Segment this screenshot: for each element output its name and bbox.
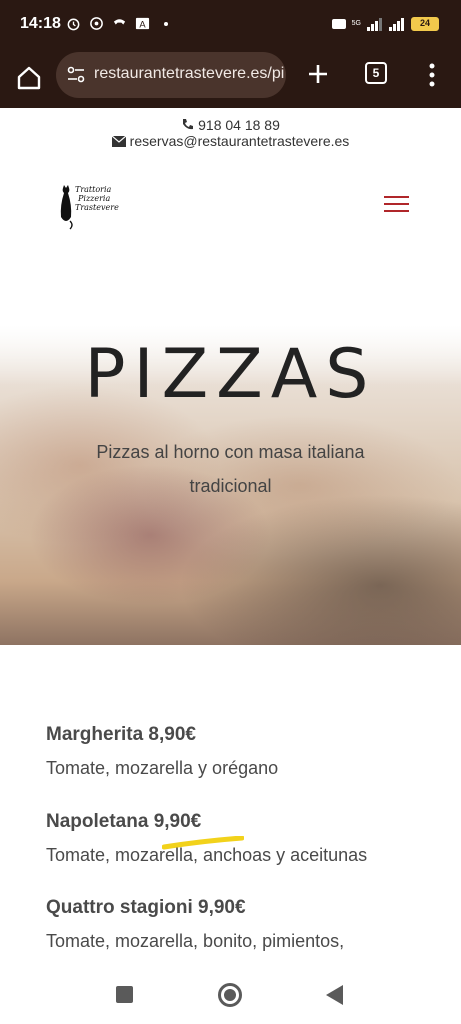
logo-line-2: Pizzeria — [78, 194, 111, 203]
back-icon[interactable] — [326, 985, 343, 1005]
address-bar[interactable]: restaurantetrastevere.es/pizzas — [56, 52, 286, 98]
logo-line-1: Trattoria — [75, 185, 112, 194]
logo-text: Trattoria Pizzeria Trastevere — [75, 185, 119, 212]
phone-number[interactable]: 918 04 18 89 — [198, 117, 280, 133]
list-item: Margherita 8,90€ Tomate, mozarella y oré… — [46, 724, 446, 779]
recent-apps-icon[interactable] — [116, 986, 133, 1003]
pizza-title: Napoletana 9,90€ — [46, 811, 202, 832]
hamburger-line — [384, 196, 409, 198]
pizza-title: Margherita 8,90€ — [46, 724, 196, 745]
site-logo[interactable]: Trattoria Pizzeria Trastevere — [58, 185, 119, 230]
pizza-title: Quattro stagioni 9,90€ — [46, 897, 246, 918]
system-navigation-bar — [0, 968, 461, 1024]
phone-icon — [183, 119, 194, 130]
tab-switcher-button[interactable]: 5 — [365, 62, 387, 84]
page-subtitle: Pizzas al horno con masa italiana tradic… — [96, 442, 365, 496]
list-item: Napoletana 9,90€ Tomate, mozarella, anch… — [46, 811, 446, 866]
site-settings-icon[interactable] — [66, 65, 86, 85]
hero-banner: PIZZAS Pizzas al horno con masa italiana… — [0, 325, 461, 645]
system-status-icons: 5G 24 — [331, 17, 439, 31]
more-options-icon[interactable] — [424, 62, 440, 88]
new-tab-icon[interactable] — [304, 60, 332, 88]
volte-icon — [331, 19, 346, 29]
more-notifications-dot — [164, 21, 168, 26]
alarm-icon — [67, 18, 80, 31]
logo-line-3: Trastevere — [75, 203, 119, 212]
battery-icon: 24 — [411, 17, 439, 31]
email-address[interactable]: reservas@restaurantetrastevere.es — [130, 133, 350, 149]
list-item: Quattro stagioni 9,90€ Tomate, mozarella… — [46, 897, 446, 952]
home-icon[interactable] — [14, 63, 44, 93]
signal-icon — [367, 18, 382, 31]
hamburger-menu-button[interactable] — [384, 196, 409, 216]
contact-email[interactable]: reservas@restaurantetrastevere.es — [0, 133, 461, 149]
contact-phone[interactable]: 918 04 18 89 — [0, 117, 461, 133]
email-icon — [111, 136, 126, 147]
call-icon — [113, 19, 126, 25]
status-bar: 14:18 A 5G 24 — [0, 0, 461, 52]
pizza-description: Tomate, mozarella, anchoas y aceitunas — [46, 845, 368, 865]
network-type: 5G — [351, 20, 361, 27]
url-text[interactable]: restaurantetrastevere.es/pizzas — [94, 65, 284, 83]
status-time: 14:18 — [20, 15, 61, 32]
pizza-description: Tomate, mozarella y orégano — [46, 758, 279, 778]
signal-icon-2 — [389, 18, 404, 31]
svg-text:A: A — [139, 19, 146, 29]
browser-toolbar: restaurantetrastevere.es/pizzas 5 — [0, 52, 461, 108]
page-title: PIZZAS — [84, 335, 377, 414]
translate-icon: A — [135, 17, 150, 29]
home-nav-icon[interactable] — [218, 983, 242, 1007]
whatsapp-icon — [90, 17, 103, 30]
hamburger-line — [384, 210, 409, 212]
cat-logo-icon — [60, 185, 73, 230]
notification-icons: A — [66, 16, 168, 31]
hamburger-line — [384, 203, 409, 205]
pizza-description: Tomate, mozarella, bonito, pimientos, — [46, 931, 345, 951]
